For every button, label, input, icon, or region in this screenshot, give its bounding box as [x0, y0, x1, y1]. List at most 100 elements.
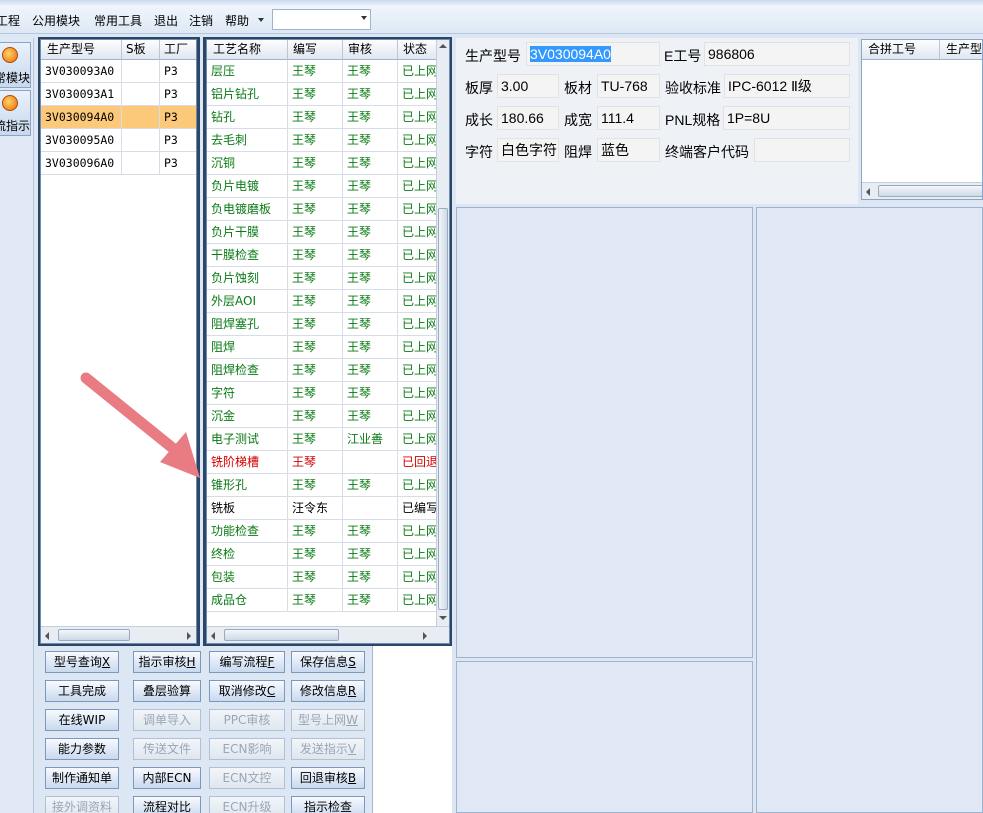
model-grid-hscrollbar[interactable]	[41, 626, 196, 643]
reviewer-cell[interactable]: 王琴	[343, 290, 398, 313]
menu-help[interactable]: 帮助	[225, 12, 249, 29]
process-name-cell[interactable]: 阻焊检查	[207, 359, 288, 382]
author-cell[interactable]: 王琴	[288, 152, 343, 175]
action-button[interactable]: ECN文控	[209, 767, 285, 789]
author-cell[interactable]: 王琴	[288, 244, 343, 267]
action-button[interactable]: 指示检查	[291, 796, 365, 813]
character-field[interactable]: 白色字符	[497, 138, 559, 162]
reviewer-cell[interactable]: 王琴	[343, 313, 398, 336]
author-cell[interactable]: 王琴	[288, 175, 343, 198]
author-cell[interactable]: 王琴	[288, 313, 343, 336]
process-name-cell[interactable]: 锥形孔	[207, 474, 288, 497]
material-field[interactable]: TU-768	[597, 74, 660, 98]
merge-grid-hscrollbar[interactable]	[862, 182, 982, 199]
status-cell[interactable]: 已上网	[398, 175, 438, 198]
action-button[interactable]: 传送文件	[133, 738, 201, 760]
model-cell[interactable]: 3V030093A1	[41, 83, 122, 106]
action-button[interactable]: 取消修改C	[209, 680, 285, 702]
factory-cell[interactable]: P3	[160, 152, 196, 175]
col-header-reviewer[interactable]: 审核	[343, 40, 398, 60]
reviewer-cell[interactable]: 王琴	[343, 221, 398, 244]
status-cell[interactable]: 已上网	[398, 290, 438, 313]
menu-logout[interactable]: 注销	[189, 12, 213, 29]
status-cell[interactable]: 已编写	[398, 497, 438, 520]
length-field[interactable]: 180.66	[497, 106, 559, 130]
action-button[interactable]: 能力参数	[45, 738, 119, 760]
scroll-left-icon[interactable]	[211, 632, 215, 640]
action-button[interactable]: 发送指示V	[291, 738, 365, 760]
process-name-cell[interactable]: 负片干膜	[207, 221, 288, 244]
reviewer-cell[interactable]: 王琴	[343, 267, 398, 290]
col-header-merge-no[interactable]: 合拼工号	[862, 40, 940, 60]
pnl-field[interactable]: 1P=8U	[723, 106, 850, 130]
status-cell[interactable]: 已回退	[398, 451, 438, 474]
col-header-factory[interactable]: 工厂	[160, 40, 196, 60]
process-name-cell[interactable]: 终检	[207, 543, 288, 566]
author-cell[interactable]: 王琴	[288, 382, 343, 405]
process-name-cell[interactable]: 负电镀磨板	[207, 198, 288, 221]
col-header-merge-model[interactable]: 生产型	[940, 40, 982, 60]
reviewer-cell[interactable]	[343, 497, 398, 520]
process-name-cell[interactable]: 负片蚀刻	[207, 267, 288, 290]
model-cell[interactable]: 3V030094A0	[41, 106, 122, 129]
reviewer-cell[interactable]: 王琴	[343, 405, 398, 428]
process-name-cell[interactable]: 外层AOI	[207, 290, 288, 313]
action-button[interactable]: 在线WIP	[45, 709, 119, 731]
process-name-cell[interactable]: 铝片钻孔	[207, 83, 288, 106]
scroll-thumb[interactable]	[58, 629, 130, 641]
author-cell[interactable]: 王琴	[288, 520, 343, 543]
process-name-cell[interactable]: 钻孔	[207, 106, 288, 129]
scroll-up-icon[interactable]	[439, 44, 447, 48]
process-name-cell[interactable]: 包装	[207, 566, 288, 589]
author-cell[interactable]: 王琴	[288, 198, 343, 221]
col-header-status[interactable]: 状态	[398, 40, 438, 60]
author-cell[interactable]: 王琴	[288, 405, 343, 428]
reviewer-cell[interactable]: 王琴	[343, 520, 398, 543]
model-cell[interactable]: 3V030096A0	[41, 152, 122, 175]
scroll-thumb[interactable]	[224, 629, 339, 641]
s-board-cell[interactable]	[122, 83, 160, 106]
process-name-cell[interactable]: 层压	[207, 60, 288, 83]
author-cell[interactable]: 王琴	[288, 428, 343, 451]
reviewer-cell[interactable]: 王琴	[343, 566, 398, 589]
action-button[interactable]: ECN影响	[209, 738, 285, 760]
status-cell[interactable]: 已上网	[398, 543, 438, 566]
action-button[interactable]: 编写流程F	[209, 651, 285, 673]
status-cell[interactable]: 已上网	[398, 589, 438, 612]
action-button[interactable]: 制作通知单	[45, 767, 119, 789]
s-board-cell[interactable]	[122, 60, 160, 83]
process-name-cell[interactable]: 阻焊	[207, 336, 288, 359]
scroll-thumb[interactable]	[438, 208, 448, 610]
status-cell[interactable]: 已上网	[398, 382, 438, 405]
author-cell[interactable]: 王琴	[288, 60, 343, 83]
factory-cell[interactable]: P3	[160, 106, 196, 129]
process-grid-vscrollbar[interactable]	[436, 40, 449, 626]
status-cell[interactable]: 已上网	[398, 474, 438, 497]
scroll-down-icon[interactable]	[439, 616, 447, 620]
action-button[interactable]: 保存信息S	[291, 651, 365, 673]
action-button[interactable]: 型号上网W	[291, 709, 365, 731]
col-header-author[interactable]: 编写	[288, 40, 343, 60]
reviewer-cell[interactable]: 王琴	[343, 106, 398, 129]
status-cell[interactable]: 已上网	[398, 198, 438, 221]
status-cell[interactable]: 已上网	[398, 313, 438, 336]
help-dropdown-icon[interactable]	[258, 18, 264, 22]
status-cell[interactable]: 已上网	[398, 336, 438, 359]
reviewer-cell[interactable]: 王琴	[343, 589, 398, 612]
reviewer-cell[interactable]: 王琴	[343, 543, 398, 566]
status-cell[interactable]: 已上网	[398, 60, 438, 83]
action-button[interactable]: PPC审核	[209, 709, 285, 731]
author-cell[interactable]: 王琴	[288, 451, 343, 474]
solder-mask-field[interactable]: 蓝色	[597, 138, 660, 162]
action-button[interactable]: 流程对比	[133, 796, 201, 813]
action-button[interactable]: 叠层验算	[133, 680, 201, 702]
status-cell[interactable]: 已上网	[398, 83, 438, 106]
standard-field[interactable]: IPC-6012 Ⅱ级	[724, 74, 850, 98]
reviewer-cell[interactable]	[343, 451, 398, 474]
author-cell[interactable]: 王琴	[288, 83, 343, 106]
author-cell[interactable]: 王琴	[288, 267, 343, 290]
action-button[interactable]: 调单导入	[133, 709, 201, 731]
status-cell[interactable]: 已上网	[398, 267, 438, 290]
col-header-model[interactable]: 生产型号	[41, 40, 122, 60]
reviewer-cell[interactable]: 王琴	[343, 152, 398, 175]
